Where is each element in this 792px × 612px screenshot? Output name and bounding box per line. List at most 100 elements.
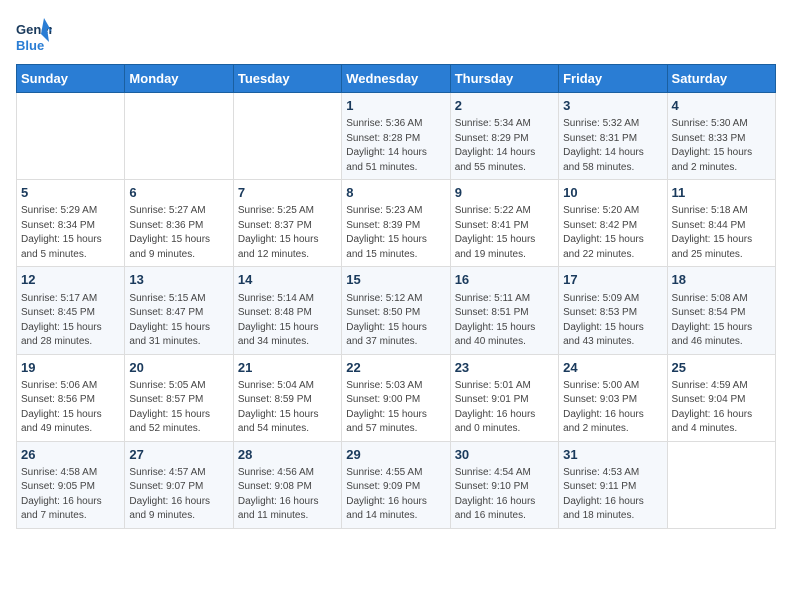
calendar-cell: 14Sunrise: 5:14 AMSunset: 8:48 PMDayligh… [233,267,341,354]
calendar-cell: 24 Sunrise: 5:00 AMSunset: 9:03 PMDayligh… [559,354,667,441]
day-number: 20 [129,359,228,377]
day-info: Sunrise: 4:57 AMSunset: 9:07 PMDaylight:… [129,466,228,524]
calendar-cell: 28 Sunrise: 4:56 AMSunset: 9:08 PMDayligh… [233,441,341,528]
day-number: 12 [21,271,120,289]
calendar-cell: 21 Sunrise: 5:04 AMSunset: 8:59 PMDayligh… [233,354,341,441]
header-day-monday: Monday [125,65,233,93]
day-info: Sunrise: 4:54 AMSunset: 9:10 PMDaylight:… [455,466,554,524]
day-number: 31 [563,446,662,464]
day-number: 9 [455,184,554,202]
day-number: 16 [455,271,554,289]
week-row-1: 1 Sunrise: 5:36 AMSunset: 8:28 PMDaylight… [17,93,776,180]
day-info: Sunrise: 5:03 AMSunset: 9:00 PMDaylight:… [346,379,445,437]
day-info: Sunrise: 5:11 AMSunset: 8:51 PMDaylight:… [455,292,554,350]
calendar-cell: 5Sunrise: 5:29 AMSunset: 8:34 PMDaylight… [17,180,125,267]
calendar-cell: 23 Sunrise: 5:01 AMSunset: 9:01 PMDayligh… [450,354,558,441]
day-number: 27 [129,446,228,464]
day-number: 22 [346,359,445,377]
calendar-cell: 20Sunrise: 5:05 AMSunset: 8:57 PMDayligh… [125,354,233,441]
calendar-cell: 22 Sunrise: 5:03 AMSunset: 9:00 PMDayligh… [342,354,450,441]
day-info: Sunrise: 4:59 AMSunset: 9:04 PMDaylight:… [672,379,771,437]
header-day-thursday: Thursday [450,65,558,93]
calendar-cell: 10Sunrise: 5:20 AMSunset: 8:42 PMDayligh… [559,180,667,267]
day-number: 4 [672,97,771,115]
calendar-cell: 6Sunrise: 5:27 AMSunset: 8:36 PMDaylight… [125,180,233,267]
day-info: Sunrise: 5:34 AMSunset: 8:29 PMDaylight:… [455,117,554,175]
header-day-friday: Friday [559,65,667,93]
day-info: Sunrise: 5:04 AMSunset: 8:59 PMDaylight:… [238,379,337,437]
day-info: Sunrise: 5:09 AMSunset: 8:53 PMDaylight:… [563,292,662,350]
day-info: Sunrise: 5:27 AMSunset: 8:36 PMDaylight:… [129,204,228,262]
day-info: Sunrise: 5:29 AMSunset: 8:34 PMDaylight:… [21,204,120,262]
calendar-cell: 29 Sunrise: 4:55 AMSunset: 9:09 PMDayligh… [342,441,450,528]
day-number: 30 [455,446,554,464]
day-number: 23 [455,359,554,377]
calendar-cell: 30 Sunrise: 4:54 AMSunset: 9:10 PMDayligh… [450,441,558,528]
day-info: Sunrise: 5:00 AMSunset: 9:03 PMDaylight:… [563,379,662,437]
calendar-cell: 13Sunrise: 5:15 AMSunset: 8:47 PMDayligh… [125,267,233,354]
header-day-tuesday: Tuesday [233,65,341,93]
week-row-5: 26 Sunrise: 4:58 AMSunset: 9:05 PMDayligh… [17,441,776,528]
day-number: 17 [563,271,662,289]
header-day-sunday: Sunday [17,65,125,93]
day-number: 8 [346,184,445,202]
day-info: Sunrise: 5:22 AMSunset: 8:41 PMDaylight:… [455,204,554,262]
header-day-wednesday: Wednesday [342,65,450,93]
calendar-cell: 31 Sunrise: 4:53 AMSunset: 9:11 PMDayligh… [559,441,667,528]
calendar-cell: 2 Sunrise: 5:34 AMSunset: 8:29 PMDaylight… [450,93,558,180]
day-number: 24 [563,359,662,377]
day-info: Sunrise: 5:36 AMSunset: 8:28 PMDaylight:… [346,117,445,175]
calendar-cell [667,441,775,528]
calendar-cell: 17 Sunrise: 5:09 AMSunset: 8:53 PMDayligh… [559,267,667,354]
day-number: 10 [563,184,662,202]
svg-text:Blue: Blue [16,38,44,53]
day-info: Sunrise: 5:30 AMSunset: 8:33 PMDaylight:… [672,117,771,175]
day-number: 25 [672,359,771,377]
header-row: SundayMondayTuesdayWednesdayThursdayFrid… [17,65,776,93]
calendar-cell: 11 Sunrise: 5:18 AMSunset: 8:44 PMDayligh… [667,180,775,267]
day-info: Sunrise: 5:06 AMSunset: 8:56 PMDaylight:… [21,379,120,437]
calendar-cell: 12 Sunrise: 5:17 AMSunset: 8:45 PMDayligh… [17,267,125,354]
day-info: Sunrise: 5:15 AMSunset: 8:47 PMDaylight:… [129,292,228,350]
day-info: Sunrise: 5:01 AMSunset: 9:01 PMDaylight:… [455,379,554,437]
day-number: 21 [238,359,337,377]
calendar-cell: 16 Sunrise: 5:11 AMSunset: 8:51 PMDayligh… [450,267,558,354]
day-info: Sunrise: 5:12 AMSunset: 8:50 PMDaylight:… [346,292,445,350]
calendar-cell: 4 Sunrise: 5:30 AMSunset: 8:33 PMDaylight… [667,93,775,180]
day-info: Sunrise: 4:56 AMSunset: 9:08 PMDaylight:… [238,466,337,524]
day-number: 3 [563,97,662,115]
day-number: 19 [21,359,120,377]
calendar-cell [233,93,341,180]
logo: General Blue [16,16,52,56]
calendar-cell [125,93,233,180]
day-number: 1 [346,97,445,115]
week-row-4: 19 Sunrise: 5:06 AMSunset: 8:56 PMDayligh… [17,354,776,441]
calendar-cell: 19 Sunrise: 5:06 AMSunset: 8:56 PMDayligh… [17,354,125,441]
calendar-cell: 7Sunrise: 5:25 AMSunset: 8:37 PMDaylight… [233,180,341,267]
calendar-cell: 1 Sunrise: 5:36 AMSunset: 8:28 PMDaylight… [342,93,450,180]
day-number: 7 [238,184,337,202]
day-number: 2 [455,97,554,115]
day-number: 18 [672,271,771,289]
day-info: Sunrise: 5:18 AMSunset: 8:44 PMDaylight:… [672,204,771,262]
day-info: Sunrise: 5:23 AMSunset: 8:39 PMDaylight:… [346,204,445,262]
day-info: Sunrise: 4:55 AMSunset: 9:09 PMDaylight:… [346,466,445,524]
week-row-2: 5Sunrise: 5:29 AMSunset: 8:34 PMDaylight… [17,180,776,267]
day-number: 26 [21,446,120,464]
day-info: Sunrise: 5:17 AMSunset: 8:45 PMDaylight:… [21,292,120,350]
day-info: Sunrise: 5:08 AMSunset: 8:54 PMDaylight:… [672,292,771,350]
calendar-cell: 3 Sunrise: 5:32 AMSunset: 8:31 PMDaylight… [559,93,667,180]
calendar-cell: 25 Sunrise: 4:59 AMSunset: 9:04 PMDayligh… [667,354,775,441]
calendar-cell: 9 Sunrise: 5:22 AMSunset: 8:41 PMDaylight… [450,180,558,267]
day-number: 14 [238,271,337,289]
day-info: Sunrise: 4:58 AMSunset: 9:05 PMDaylight:… [21,466,120,524]
day-number: 11 [672,184,771,202]
calendar-cell: 8 Sunrise: 5:23 AMSunset: 8:39 PMDaylight… [342,180,450,267]
calendar-table: SundayMondayTuesdayWednesdayThursdayFrid… [16,64,776,529]
calendar-cell: 26 Sunrise: 4:58 AMSunset: 9:05 PMDayligh… [17,441,125,528]
day-number: 29 [346,446,445,464]
day-number: 28 [238,446,337,464]
calendar-cell: 18 Sunrise: 5:08 AMSunset: 8:54 PMDayligh… [667,267,775,354]
day-info: Sunrise: 4:53 AMSunset: 9:11 PMDaylight:… [563,466,662,524]
day-info: Sunrise: 5:32 AMSunset: 8:31 PMDaylight:… [563,117,662,175]
